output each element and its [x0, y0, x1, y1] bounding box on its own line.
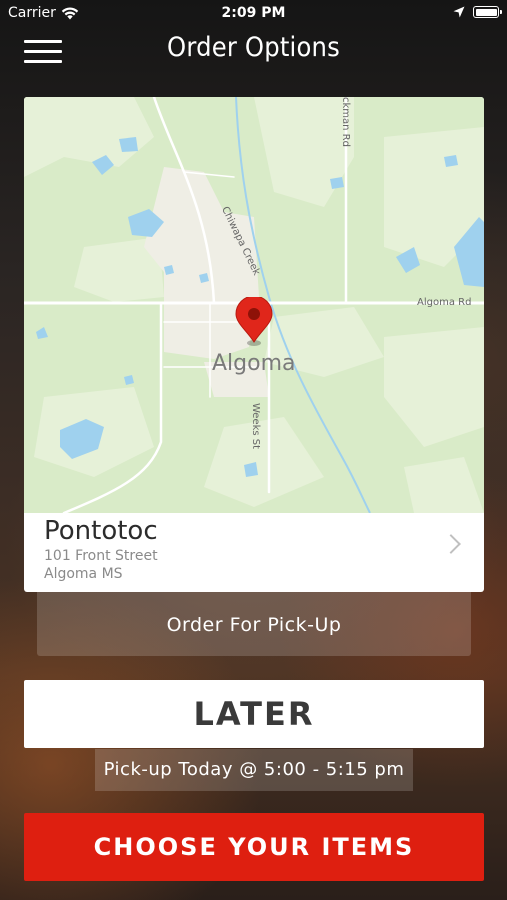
- status-bar: Carrier 2:09 PM: [0, 0, 507, 28]
- order-pickup-button[interactable]: Order For Pick-Up: [37, 592, 471, 656]
- map-label-top-road: ckman Rd: [340, 97, 351, 147]
- map-label-weeks-st: Weeks St: [250, 403, 261, 450]
- map-label-algoma-rd: Algoma Rd: [417, 297, 472, 308]
- location-map[interactable]: Chiwapa Creek Algoma Rd Weeks St ckman R…: [24, 97, 484, 513]
- clock: 2:09 PM: [221, 5, 286, 21]
- location-arrow-icon: [453, 6, 465, 18]
- pickup-time-selector[interactable]: Pick-up Today @ 5:00 - 5:15 pm: [95, 749, 413, 791]
- nav-bar: Order Options: [0, 28, 507, 72]
- battery-icon: [473, 6, 502, 18]
- status-right: [453, 6, 502, 18]
- later-button[interactable]: LATER: [24, 680, 484, 748]
- page-title: Order Options: [167, 32, 340, 63]
- map-pin-icon[interactable]: [234, 297, 274, 347]
- map-town-label: Algoma: [212, 351, 296, 376]
- location-city: Algoma MS: [44, 566, 123, 582]
- location-details[interactable]: Pontotoc 101 Front Street Algoma MS: [24, 513, 484, 592]
- choose-items-button[interactable]: CHOOSE YOUR ITEMS: [24, 813, 484, 881]
- chevron-right-icon: [441, 534, 461, 554]
- location-street: 101 Front Street: [44, 548, 158, 564]
- location-name: Pontotoc: [44, 516, 158, 546]
- location-card: Chiwapa Creek Algoma Rd Weeks St ckman R…: [24, 97, 484, 592]
